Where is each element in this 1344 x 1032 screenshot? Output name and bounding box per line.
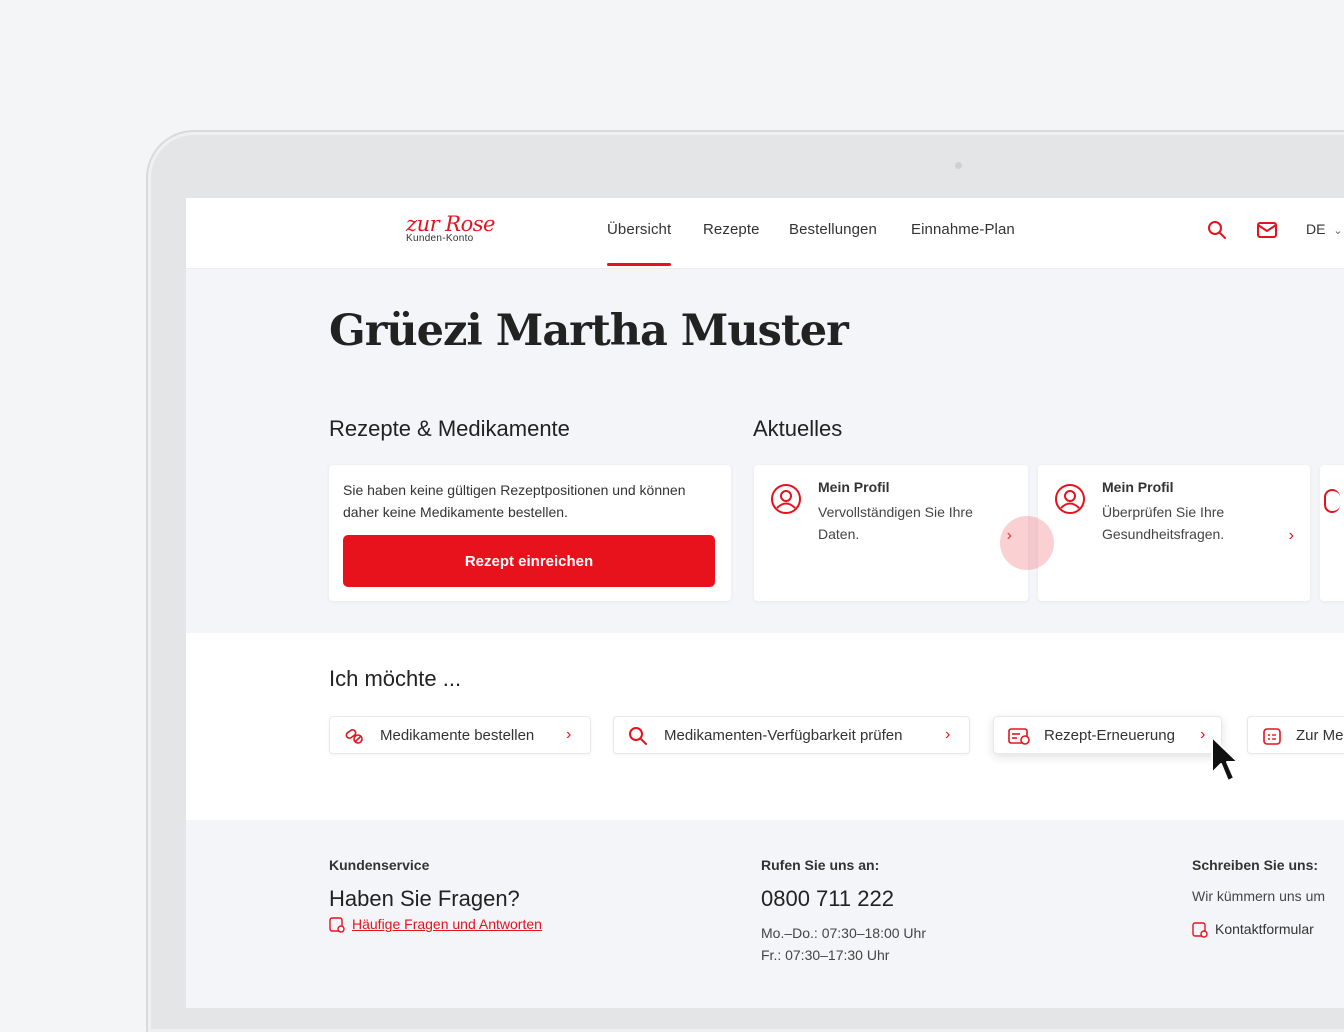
chevron-right-icon: › [1288, 527, 1294, 544]
chevron-right-icon: › [1200, 726, 1206, 743]
mouse-cursor-icon [1210, 735, 1240, 790]
news-title: Aktuelles [753, 416, 843, 441]
action-check-availability[interactable]: Medikamenten-Verfügbarkeit prüfen › [613, 716, 970, 754]
faq-icon [329, 917, 345, 938]
click-highlight [1000, 516, 1054, 570]
news-card-title: Mein Profil [1102, 479, 1174, 495]
footer-write-text: Wir kümmern uns um [1192, 888, 1326, 904]
logo[interactable]: zur Rose Kunden-Konto [406, 212, 495, 244]
page-title: Grüezi Martha Muster [329, 306, 849, 356]
news-card-profile-complete[interactable]: Mein Profil Vervollständigen Sie Ihre Da… [754, 465, 1028, 601]
nav-tab-einnahme-plan[interactable]: Einnahme-Plan [911, 221, 1015, 238]
prescription-renew-icon [1008, 726, 1030, 751]
search-icon[interactable] [1207, 220, 1227, 245]
language-selector[interactable]: DE ⌄ [1306, 221, 1343, 237]
quick-actions-section: Ich möchte ... Medikamente bestellen › M… [186, 633, 1344, 820]
footer-call-label: Rufen Sie uns an: [761, 857, 880, 873]
user-circle-icon [770, 483, 802, 520]
footer-phone[interactable]: 0800 711 222 [761, 886, 894, 912]
mail-icon[interactable] [1256, 220, 1278, 245]
prescriptions-text: Sie haben keine gültigen Rezeptpositione… [343, 482, 686, 520]
action-label: Zur Me [1296, 727, 1344, 744]
footer-hours-friday: Fr.: 07:30–17:30 Uhr [761, 947, 890, 963]
chevron-down-icon: ⌄ [1333, 225, 1343, 237]
search-icon [628, 726, 648, 751]
news-card-description: Überprüfen Sie Ihre Gesundheitsfragen. [1102, 504, 1225, 542]
prescriptions-card: Sie haben keine gültigen Rezeptpositione… [329, 465, 731, 601]
action-label: Medikamenten-Verfügbarkeit prüfen [664, 727, 903, 744]
nav-tab-uebersicht[interactable]: Übersicht [607, 221, 672, 266]
action-order-medication[interactable]: Medikamente bestellen › [329, 716, 591, 754]
chevron-right-icon: › [566, 726, 572, 743]
news-card-title: Mein Profil [818, 479, 890, 495]
laptop-camera [955, 162, 962, 169]
quick-actions-title: Ich möchte ... [329, 666, 462, 691]
browser-screen: zur Rose Kunden-Konto Übersicht Rezepte … [186, 198, 1344, 1008]
footer-service-heading: Haben Sie Fragen? [329, 886, 520, 911]
footer-hours-weekdays: Mo.–Do.: 07:30–18:00 Uhr [761, 925, 926, 941]
nav-tab-rezepte[interactable]: Rezepte [703, 221, 760, 238]
contact-form-icon [1192, 922, 1208, 943]
prescriptions-title: Rezepte & Medikamente [329, 416, 570, 441]
footer-write-label: Schreiben Sie uns: [1192, 857, 1319, 873]
footer: Kundenservice Haben Sie Fragen? Häufige … [186, 820, 1344, 1008]
user-circle-icon [1324, 489, 1340, 513]
calendar-icon [1262, 726, 1282, 751]
chevron-right-icon: › [945, 726, 951, 743]
action-prescription-renewal[interactable]: Rezept-Erneuerung › [993, 716, 1222, 754]
action-label: Medikamente bestellen [380, 727, 535, 744]
news-card-description: Vervollständigen Sie Ihre Daten. [818, 504, 973, 542]
user-circle-icon [1054, 483, 1086, 520]
pills-icon [344, 726, 364, 751]
contact-form-link[interactable]: Kontaktformular [1215, 921, 1314, 937]
news-card-health-questions[interactable]: Mein Profil Überprüfen Sie Ihre Gesundhe… [1038, 465, 1310, 601]
footer-service-label: Kundenservice [329, 857, 430, 873]
action-zur-me[interactable]: Zur Me [1247, 716, 1344, 754]
faq-link[interactable]: Häufige Fragen und Antworten [352, 916, 542, 932]
submit-prescription-button[interactable]: Rezept einreichen [343, 535, 715, 587]
action-label: Rezept-Erneuerung [1044, 727, 1175, 744]
top-navigation: zur Rose Kunden-Konto Übersicht Rezepte … [186, 198, 1344, 269]
news-card-partial[interactable] [1320, 465, 1344, 601]
language-label: DE [1306, 221, 1326, 237]
nav-tab-bestellungen[interactable]: Bestellungen [789, 221, 877, 238]
